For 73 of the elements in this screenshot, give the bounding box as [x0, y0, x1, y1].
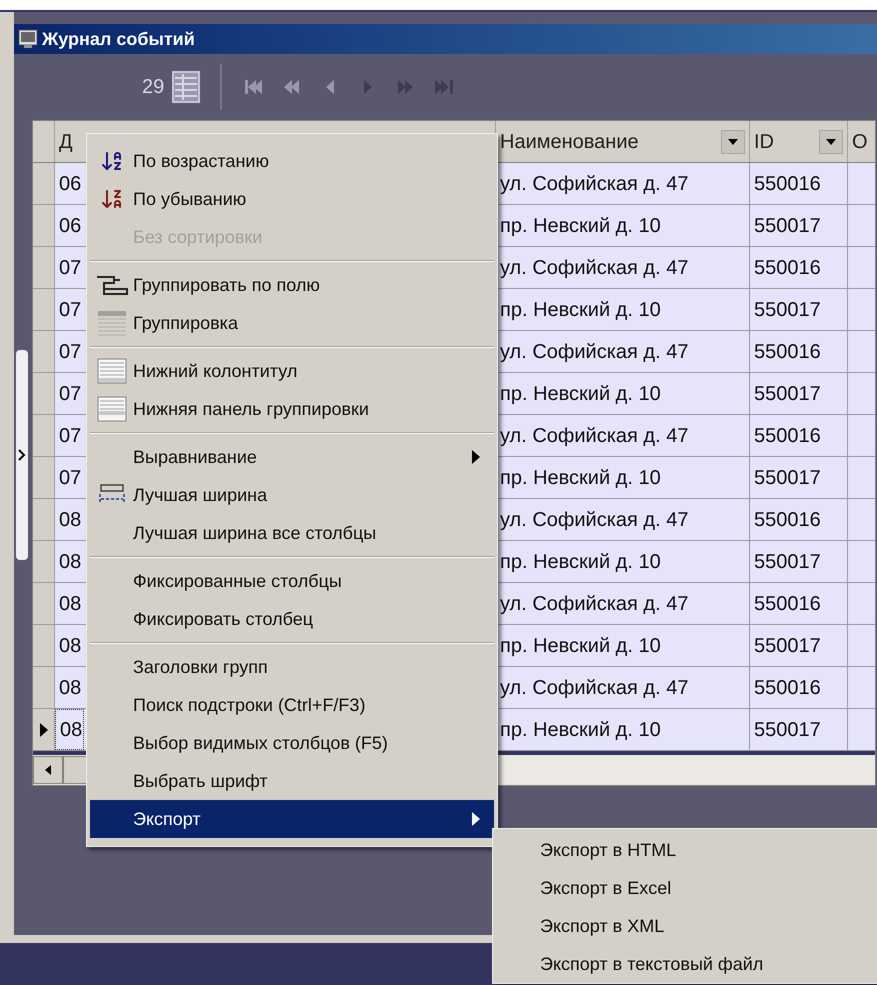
- table-footer-icon: [96, 358, 126, 384]
- table-footer-icon: [96, 396, 126, 422]
- table-cell-text: 06: [58, 214, 82, 238]
- scroll-left-button[interactable]: [33, 756, 63, 784]
- table-cell: 550016: [749, 247, 847, 288]
- submenu-arrow-icon: [472, 812, 480, 826]
- table-cell-text: 08: [58, 634, 82, 658]
- menu-item[interactable]: Фиксированные столбцы: [90, 562, 494, 600]
- menu-item[interactable]: Группировать по полю: [90, 266, 494, 304]
- sort-ascending-icon: [100, 149, 124, 173]
- menu-item[interactable]: Лучшая ширина: [90, 476, 494, 514]
- table-cell: 550017: [749, 541, 847, 582]
- row-header[interactable]: [33, 709, 55, 750]
- table-cell: 08: [55, 709, 84, 750]
- table-cell: 550016: [749, 667, 847, 708]
- table-cell: 550016: [749, 415, 847, 456]
- table-cell: 550017: [749, 289, 847, 330]
- table-cell-text: 07: [58, 340, 82, 364]
- chevron-right-icon[interactable]: [18, 449, 26, 461]
- menu-item[interactable]: По возрастанию: [90, 142, 494, 180]
- sort-descending-icon: [100, 187, 124, 211]
- table-cell-text: 08: [58, 676, 82, 700]
- grid-icon[interactable]: [172, 71, 200, 103]
- menu-item[interactable]: Поиск подстроки (Ctrl+F/F3): [90, 686, 494, 724]
- left-arrow-icon: [45, 765, 51, 775]
- menu-item[interactable]: По убыванию: [90, 180, 494, 218]
- table-cell-text: 08: [58, 508, 82, 532]
- menu-item[interactable]: Выбор видимых столбцов (F5): [90, 724, 494, 762]
- filter-dropdown[interactable]: [819, 130, 843, 154]
- column-header[interactable]: ID: [749, 121, 847, 162]
- splitter-handle[interactable]: [16, 350, 28, 560]
- column-header[interactable]: О: [847, 121, 875, 162]
- dropdown-arrow-icon: [728, 138, 738, 144]
- table-cell: 550016: [749, 583, 847, 624]
- table-cell: 550017: [749, 625, 847, 666]
- table-cell: 550017: [749, 205, 847, 246]
- menu-item[interactable]: Заголовки групп: [90, 648, 494, 686]
- table-cell: 550017: [749, 373, 847, 414]
- menu-item[interactable]: Фиксировать столбец: [90, 600, 494, 638]
- table-cell: 550016: [749, 331, 847, 372]
- table-cell-text: 08: [58, 592, 82, 616]
- menu-item[interactable]: Выбрать шрифт: [90, 762, 494, 800]
- table-cell-text: 07: [58, 382, 82, 406]
- menu-item[interactable]: Выравнивание: [90, 438, 494, 476]
- group-by-field-icon: [96, 274, 128, 296]
- filter-dropdown[interactable]: [721, 130, 745, 154]
- table-cell-text: 07: [58, 298, 82, 322]
- table-cell-text: 07: [58, 466, 82, 490]
- menu-item[interactable]: Экспорт в текстовый файл: [493, 945, 877, 983]
- menu-item[interactable]: Группировка: [90, 304, 494, 342]
- table-cell: 550016: [749, 499, 847, 540]
- menu-item[interactable]: Экспорт в Excel: [493, 869, 877, 907]
- menu-item[interactable]: Лучшая ширина все столбцы: [90, 514, 494, 552]
- table-cell-text: 07: [58, 424, 82, 448]
- record-count: 29: [142, 75, 164, 100]
- table-cell-text: 08: [58, 550, 82, 574]
- menu-item[interactable]: Экспорт в XML: [493, 907, 877, 945]
- column-header[interactable]: Д: [55, 121, 84, 162]
- dropdown-arrow-icon: [826, 138, 836, 144]
- menu-item[interactable]: Экспорт в HTML: [493, 831, 877, 869]
- menu-item[interactable]: Нижний колонтитул: [90, 352, 494, 390]
- app-icon: [18, 29, 38, 49]
- table-cell-text: 06: [58, 172, 82, 196]
- grouping-icon: [96, 310, 126, 336]
- menu-item[interactable]: Экспорт: [90, 800, 494, 838]
- submenu-arrow-icon: [472, 450, 480, 464]
- current-row-icon: [40, 722, 48, 736]
- table-cell-text: 07: [58, 256, 82, 280]
- window-title: Журнал событий: [42, 28, 195, 51]
- table-cell: 550016: [749, 163, 847, 204]
- table-cell: 550017: [749, 457, 847, 498]
- table-cell: 550017: [749, 709, 847, 750]
- menu-item[interactable]: Нижняя панель группировки: [90, 390, 494, 428]
